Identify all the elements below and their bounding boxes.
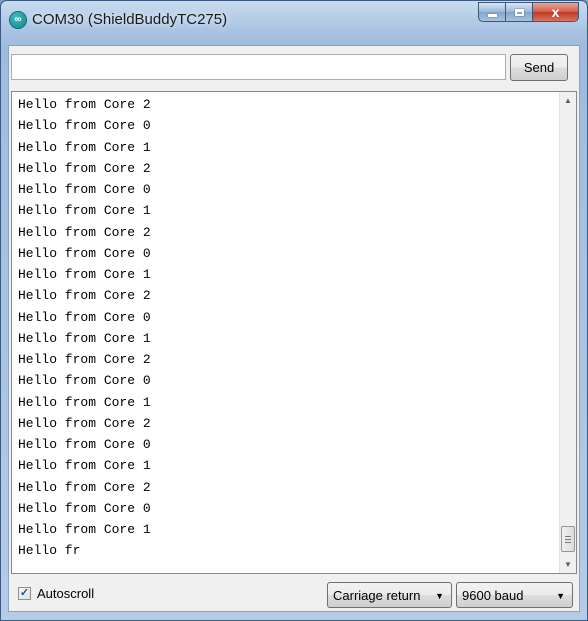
output-line: Hello from Core 1 — [18, 330, 151, 346]
close-icon: x — [551, 4, 560, 20]
output-line: Hello from Core 2 — [18, 288, 151, 304]
baud-rate-dropdown[interactable]: 9600 baud ▼ — [456, 582, 573, 608]
grip-line — [565, 542, 571, 543]
minimize-button[interactable] — [478, 2, 505, 22]
checkmark-icon: ✓ — [19, 587, 30, 599]
arduino-icon: ∞ — [10, 12, 26, 28]
serial-output-area[interactable]: Hello from Core 2 Hello from Core 0 Hello … — [11, 91, 577, 574]
send-row: Send — [9, 46, 579, 90]
autoscroll-label: Autoscroll — [37, 586, 95, 601]
send-button[interactable]: Send — [510, 54, 568, 81]
output-line: Hello from Core 0 — [18, 182, 151, 197]
serial-input-field[interactable] — [11, 54, 506, 80]
footer-bar: ✓ Autoscroll Carriage return ▼ 9600 baud… — [9, 578, 579, 611]
line-ending-value: Carriage return — [333, 587, 421, 603]
serial-monitor-window: ∞ COM30 (ShieldBuddyTC275) x Send Hello … — [0, 0, 588, 621]
vertical-scrollbar[interactable]: ▲ ▼ — [559, 92, 576, 573]
arrow-up-icon: ▲ — [564, 96, 572, 105]
output-line: Hello from Core 2 — [18, 224, 151, 240]
output-line: Hello from Core 1 — [18, 203, 151, 219]
maximize-button[interactable] — [505, 2, 532, 22]
output-line: Hello from Core 2 — [18, 479, 151, 495]
output-lines: Hello from Core 2 Hello from Core 0 Hello … — [18, 94, 151, 562]
scrollbar-thumb[interactable] — [561, 526, 575, 552]
output-line: Hello from Core 1 — [18, 267, 151, 282]
chevron-down-icon: ▼ — [435, 591, 444, 601]
output-line: Hello from Core 0 — [18, 500, 151, 516]
output-line: Hello from Core 0 — [18, 437, 151, 452]
grip-line — [565, 539, 571, 540]
baud-rate-value: 9600 baud — [462, 587, 524, 603]
output-line: Hello from Core 0 — [18, 373, 151, 389]
output-line: Hello from Core 1 — [18, 522, 151, 537]
autoscroll-control[interactable]: ✓ Autoscroll — [18, 586, 94, 601]
title-bar[interactable]: ∞ COM30 (ShieldBuddyTC275) x — [1, 1, 587, 41]
maximize-icon — [514, 8, 524, 16]
output-line: Hello from Core 0 — [18, 118, 151, 134]
window-title: COM30 (ShieldBuddyTC275) — [32, 11, 228, 28]
output-line: Hello from Core 0 — [18, 245, 151, 261]
autoscroll-checkbox[interactable]: ✓ — [18, 587, 31, 600]
output-line: Hello from Core 0 — [18, 309, 151, 325]
chevron-down-icon: ▼ — [556, 591, 565, 601]
grip-line — [565, 536, 571, 537]
output-line: Hello fr — [18, 543, 81, 559]
line-ending-dropdown[interactable]: Carriage return ▼ — [327, 582, 452, 608]
client-area: Send Hello from Core 2 Hello from Core 0H… — [8, 45, 580, 612]
scroll-up-button[interactable]: ▲ — [560, 92, 576, 109]
output-line: Hello from Core 2 — [18, 415, 151, 431]
output-line: Hello from Core 1 — [18, 139, 151, 155]
output-line: Hello from Core 1 — [18, 458, 151, 474]
close-button[interactable]: x — [532, 2, 579, 22]
arrow-down-icon: ▼ — [564, 560, 572, 569]
output-line: Hello from Core 1 — [18, 394, 151, 410]
output-line: Hello from Core 2 — [18, 352, 151, 367]
output-line: Hello from Core 2 — [18, 160, 151, 176]
scroll-down-button[interactable]: ▼ — [560, 556, 576, 573]
output-line: Hello from Core 2 — [18, 97, 151, 112]
caption-buttons: x — [478, 2, 579, 22]
minimize-icon — [487, 13, 497, 17]
